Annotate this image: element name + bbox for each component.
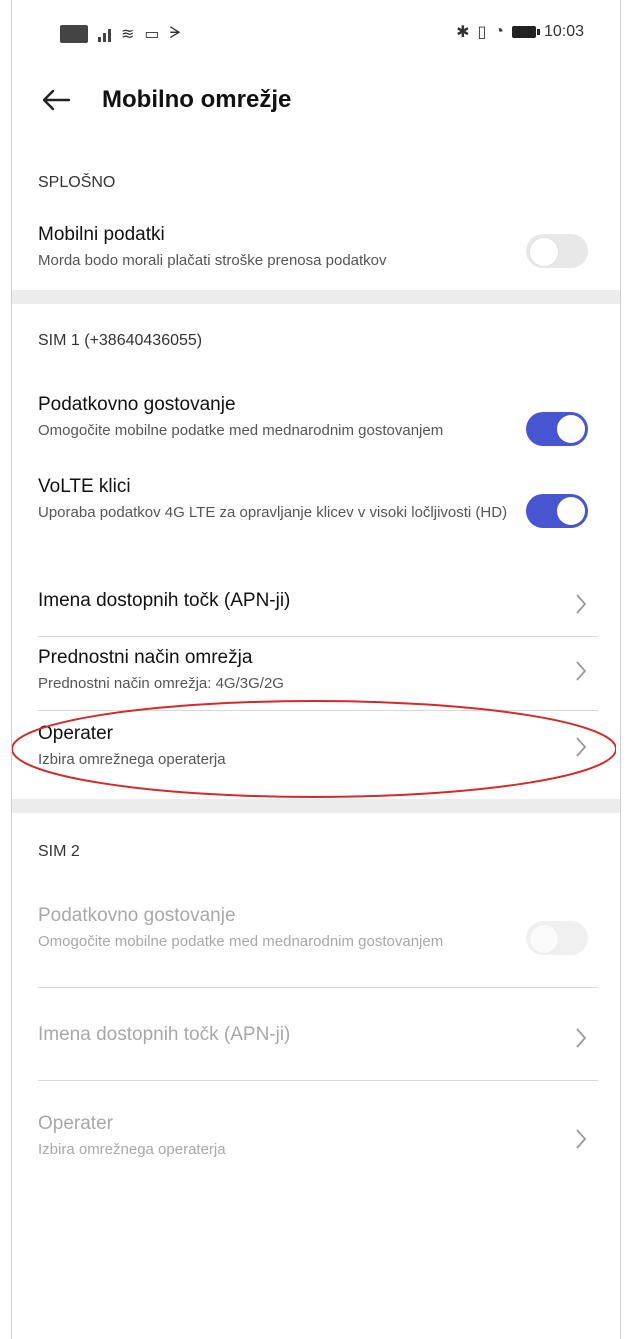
status-left-icons: ≋ ▭ ᗒ: [60, 24, 181, 44]
toggle-knob: [557, 415, 585, 443]
volte-title: VoLTE klici: [38, 476, 131, 497]
sim1-operator-subtitle: Izbira omrežnega operaterja: [38, 751, 226, 768]
toggle-knob: [557, 497, 585, 525]
toggle-knob: [529, 237, 559, 267]
sim1-roaming-toggle[interactable]: [526, 412, 588, 446]
chevron-right-icon: [576, 661, 587, 681]
screen: ≋ ▭ ᗒ ✱ ▯ ◔ 10:03 Mobilno omrežje SPLOŠN…: [11, 0, 621, 1339]
toolbar: Mobilno omrežje: [12, 66, 620, 134]
sim2-apn-row: Imena dostopnih točk (APN-ji): [38, 988, 598, 1080]
sim1-roaming-row[interactable]: Podatkovno gostovanje Omogočite mobilne …: [38, 356, 598, 468]
toggle-knob: [529, 924, 559, 954]
section-label-general: SPLOŠNO: [38, 174, 116, 191]
wifi-icon: ≋: [121, 26, 135, 43]
sim1-apn-row[interactable]: Imena dostopnih točk (APN-ji): [38, 580, 598, 636]
mobile-data-title: Mobilni podatki: [38, 224, 165, 245]
network-mode-row[interactable]: Prednostni način omrežja Prednostni nači…: [38, 637, 598, 710]
sim1-roaming-title: Podatkovno gostovanje: [38, 394, 236, 415]
sim2-apn-title: Imena dostopnih točk (APN-ji): [38, 1024, 291, 1045]
notification-icon: ᗒ: [169, 25, 182, 42]
arrow-left-icon: [42, 89, 71, 111]
sim1-roaming-subtitle: Omogočite mobilne podatke med mednarodni…: [38, 422, 444, 439]
battery-icon: [511, 26, 540, 38]
sim2-roaming-row: Podatkovno gostovanje Omogočite mobilne …: [38, 867, 598, 987]
sim1-operator-row[interactable]: Operater Izbira omrežnega operaterja: [38, 711, 598, 799]
bluetooth-icon: ✱: [456, 24, 470, 41]
sim2-operator-title: Operater: [38, 1113, 113, 1134]
section-gap: [12, 290, 620, 304]
volte-row[interactable]: VoLTE klici Uporaba podatkov 4G LTE za o…: [38, 468, 598, 580]
status-right-icons: ✱ ▯ ◔ 10:03: [456, 22, 584, 42]
network-mode-title: Prednostni način omrežja: [38, 647, 253, 668]
vibrate-icon: ▯: [477, 24, 487, 41]
section-gap: [12, 799, 620, 813]
status-bar: ≋ ▭ ᗒ ✱ ▯ ◔ 10:03: [12, 0, 620, 66]
section-label-sim1: SIM 1 (+38640436055): [38, 332, 203, 349]
sim2-roaming-title: Podatkovno gostovanje: [38, 905, 236, 926]
chevron-right-icon: [576, 594, 587, 614]
chevron-right-icon: [576, 1129, 587, 1149]
section-label-sim2: SIM 2: [38, 843, 80, 860]
chevron-right-icon: [576, 1028, 587, 1048]
sim1-operator-title: Operater: [38, 723, 113, 744]
volte-subtitle: Uporaba podatkov 4G LTE za opravljanje k…: [38, 504, 508, 521]
volte-toggle[interactable]: [526, 494, 588, 528]
mobile-data-subtitle: Morda bodo morali plačati stroške prenos…: [38, 252, 387, 269]
page-title: Mobilno omrežje: [102, 86, 292, 113]
screen-cast-icon: ▭: [144, 26, 160, 43]
nfc-icon: [60, 25, 88, 43]
sim2-operator-subtitle: Izbira omrežnega operaterja: [38, 1141, 226, 1158]
status-time: 10:03: [543, 23, 584, 40]
sim1-apn-title: Imena dostopnih točk (APN-ji): [38, 590, 291, 611]
sim2-operator-row: Operater Izbira omrežnega operaterja: [38, 1081, 598, 1169]
signal-icon: [98, 26, 111, 42]
sim2-roaming-subtitle: Omogočite mobilne podatke med mednarodni…: [38, 933, 444, 950]
sim2-roaming-toggle: [526, 921, 588, 955]
network-mode-subtitle: Prednostni način omrežja: 4G/3G/2G: [38, 675, 284, 692]
mobile-data-toggle[interactable]: [526, 234, 588, 268]
speedometer-icon: ◔: [494, 23, 504, 40]
mobile-data-row[interactable]: Mobilni podatki Morda bodo morali plačat…: [38, 198, 598, 290]
back-button[interactable]: [36, 80, 76, 120]
chevron-right-icon: [576, 737, 587, 757]
